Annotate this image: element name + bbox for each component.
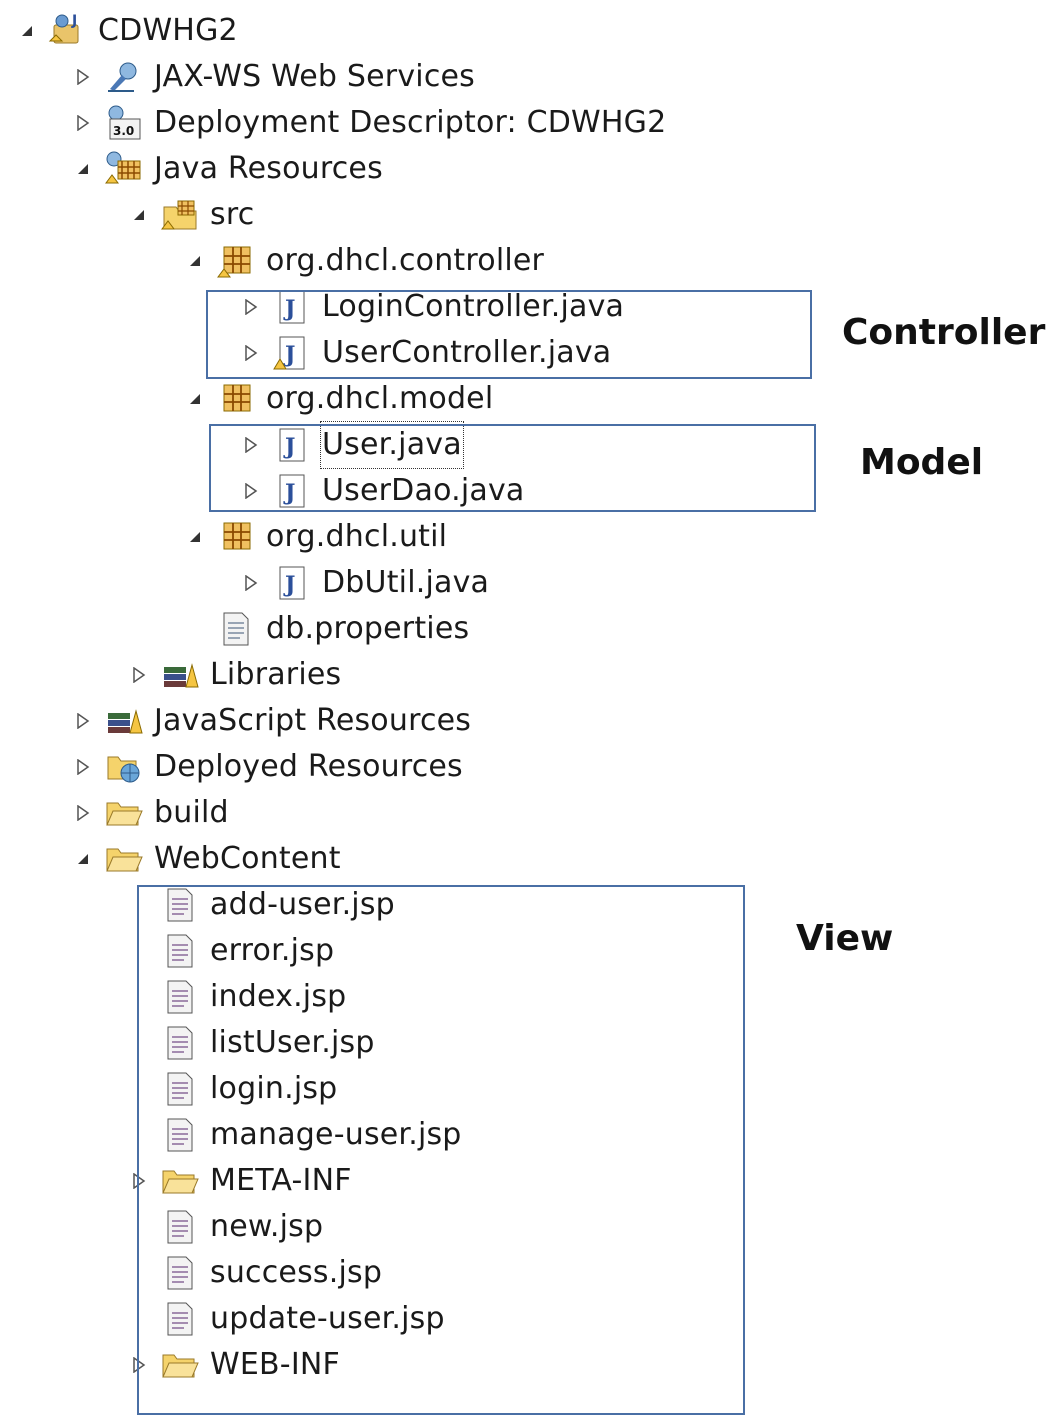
expand-arrow-icon[interactable]: [126, 653, 152, 697]
tree-node-label: db.properties: [266, 611, 470, 646]
svg-text:J: J: [283, 572, 295, 598]
folder-icon: [102, 837, 146, 881]
tree-node-label: CDWHG2: [98, 13, 238, 48]
tree-node-db-properties[interactable]: db.properties: [182, 607, 469, 651]
deployment-descriptor-icon: 3.0: [102, 101, 146, 145]
expand-arrow-icon[interactable]: [238, 561, 264, 605]
libraries-icon: [102, 699, 146, 743]
tree-node-project-root[interactable]: J CDWHG2: [14, 9, 238, 53]
expand-arrow-icon[interactable]: [70, 55, 96, 99]
collapse-arrow-icon[interactable]: [14, 9, 40, 53]
tree-node-java-resources[interactable]: Java Resources: [70, 147, 383, 191]
tree-node-label: DbUtil.java: [322, 565, 490, 600]
folder-icon: [102, 791, 146, 835]
tree-node-label: JavaScript Resources: [154, 703, 472, 738]
tree-node-javascript-resources[interactable]: JavaScript Resources: [70, 699, 471, 743]
tree-node-deployment-descriptor[interactable]: 3.0 Deployment Descriptor: CDWHG2: [70, 101, 666, 145]
controller-annotation-box: [206, 290, 812, 379]
tree-node-label: org.dhcl.model: [266, 381, 494, 416]
expand-arrow-icon[interactable]: [70, 101, 96, 145]
svg-text:3.0: 3.0: [113, 124, 134, 138]
tree-node-package-model[interactable]: org.dhcl.model: [182, 377, 493, 421]
package-icon: [214, 377, 258, 421]
package-icon: [214, 239, 258, 283]
model-annotation-box: [209, 424, 816, 512]
tree-node-jax-ws[interactable]: JAX-WS Web Services: [70, 55, 475, 99]
model-annotation-label: Model: [860, 442, 984, 483]
collapse-arrow-icon[interactable]: [182, 377, 208, 421]
libraries-icon: [158, 653, 202, 697]
svg-text:J: J: [71, 13, 77, 29]
collapse-arrow-icon[interactable]: [182, 515, 208, 559]
view-annotation-label: View: [796, 918, 894, 959]
view-annotation-box: [137, 885, 745, 1415]
tree-node-package-controller[interactable]: org.dhcl.controller: [182, 239, 544, 283]
tree-node-label: Deployment Descriptor: CDWHG2: [154, 105, 667, 140]
dynamic-web-project-icon: J: [46, 9, 90, 53]
tree-node-libraries[interactable]: Libraries: [126, 653, 341, 697]
tree-node-label: JAX-WS Web Services: [154, 59, 475, 94]
tree-node-label: build: [154, 795, 229, 830]
controller-annotation-label: Controller: [842, 312, 1046, 353]
tree-node-package-util[interactable]: org.dhcl.util: [182, 515, 447, 559]
tree-node-deployed-resources[interactable]: Deployed Resources: [70, 745, 463, 789]
tree-node-label: Deployed Resources: [154, 749, 463, 784]
collapse-arrow-icon[interactable]: [70, 147, 96, 191]
deployed-resources-icon: [102, 745, 146, 789]
tree-node-build[interactable]: build: [70, 791, 229, 835]
package-icon: [214, 515, 258, 559]
tree-node-label: WebContent: [154, 841, 341, 876]
expand-arrow-icon[interactable]: [70, 791, 96, 835]
collapse-arrow-icon[interactable]: [70, 837, 96, 881]
tree-node-label: org.dhcl.controller: [266, 243, 545, 278]
tree-node-dbutil[interactable]: J DbUtil.java: [238, 561, 489, 605]
java-resources-icon: [102, 147, 146, 191]
tree-node-label: org.dhcl.util: [266, 519, 448, 554]
tree-node-label: Libraries: [210, 657, 342, 692]
expand-arrow-icon[interactable]: [70, 745, 96, 789]
tree-node-src[interactable]: src: [126, 193, 254, 237]
no-arrow-spacer: [182, 607, 208, 651]
web-services-icon: [102, 55, 146, 99]
tree-node-webcontent[interactable]: WebContent: [70, 837, 341, 881]
tree-node-label: Java Resources: [154, 151, 383, 186]
source-folder-icon: [158, 193, 202, 237]
tree-node-label: src: [210, 197, 255, 232]
java-file-icon: J: [270, 561, 314, 605]
properties-file-icon: [214, 607, 258, 651]
expand-arrow-icon[interactable]: [70, 699, 96, 743]
collapse-arrow-icon[interactable]: [182, 239, 208, 283]
collapse-arrow-icon[interactable]: [126, 193, 152, 237]
